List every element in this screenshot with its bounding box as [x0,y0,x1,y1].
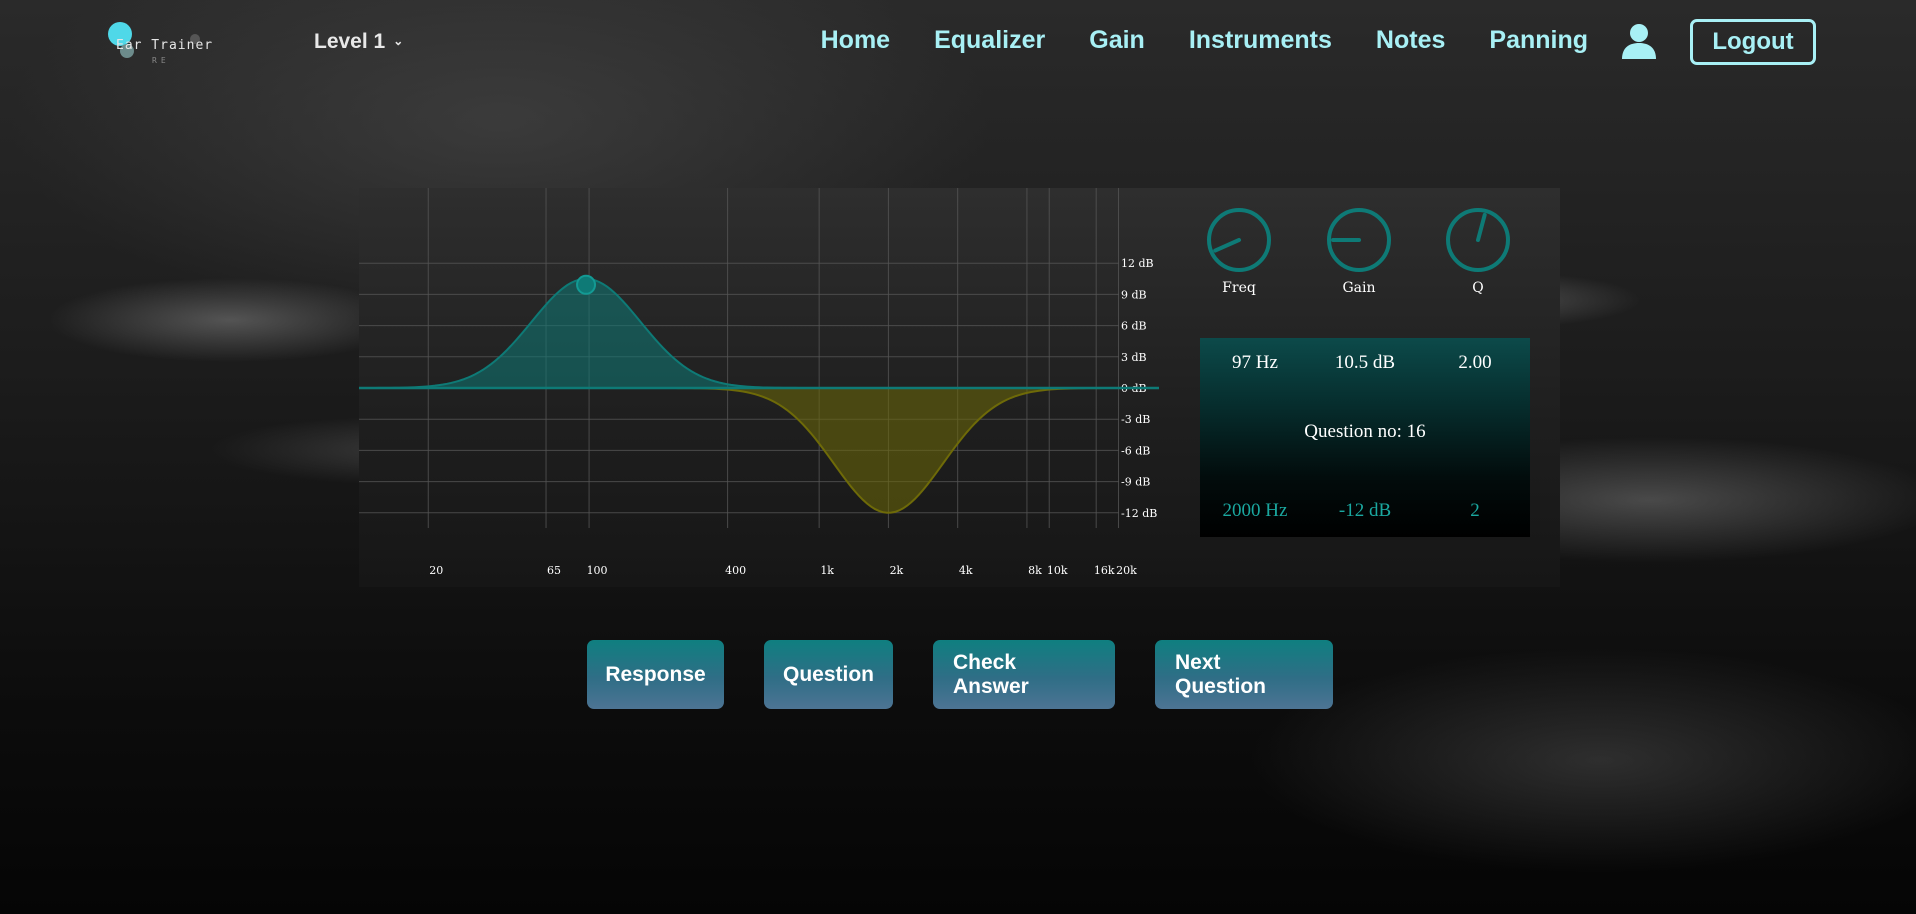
db-tick-label: -12 dB [1121,507,1157,520]
user-band-curve [359,277,1159,389]
user-band-handle[interactable] [576,274,597,295]
freq-tick-label: 2k [890,564,904,577]
nav-home[interactable]: Home [821,26,890,55]
logo-text: Ear Trainer [116,38,214,53]
question-button[interactable]: Question [764,640,893,709]
db-tick-label: 9 dB [1121,288,1147,301]
freq-tick-label: 8k [1028,564,1042,577]
freq-tick-label: 100 [587,564,608,577]
app-logo[interactable]: Ear Trainer RE [106,18,216,70]
freq-tick-label: 16k [1094,564,1115,577]
nav-equalizer[interactable]: Equalizer [934,26,1045,55]
current-q: 2.00 [1458,352,1492,373]
answer-q: 2 [1470,500,1480,521]
gain-knob-dial[interactable] [1319,206,1399,276]
answer-values-row: 2000 Hz -12 dB 2 [1200,500,1530,522]
freq-tick-label: 10k [1047,564,1068,577]
freq-tick-label: 20k [1116,564,1137,577]
freq-tick-label: 4k [959,564,973,577]
equalizer-panel: 12 dB9 dB6 dB3 dB0 dB-3 dB-6 dB-9 dB-12 … [359,188,1560,587]
freq-tick-label: 400 [725,564,746,577]
check-answer-button[interactable]: Check Answer [933,640,1115,709]
freq-tick-label: 1k [820,564,834,577]
db-tick-label: 6 dB [1121,320,1147,333]
readout-box: 97 Hz 10.5 dB 2.00 Question no: 16 2000 … [1200,338,1530,537]
user-icon[interactable] [1620,22,1658,60]
freq-knob-dial[interactable] [1199,206,1279,276]
eq-graph[interactable]: 12 dB9 dB6 dB3 dB0 dB-3 dB-6 dB-9 dB-12 … [359,188,1159,587]
answer-gain: -12 dB [1338,500,1392,521]
answer-freq: 2000 Hz [1222,500,1288,521]
logo-subtext: RE [152,56,170,65]
next-question-button[interactable]: Next Question [1155,640,1333,709]
chevron-down-icon: ⌄ [393,34,404,48]
freq-tick-label: 20 [429,564,443,577]
current-freq: 97 Hz [1232,352,1278,373]
db-tick-label: 3 dB [1121,351,1147,364]
freq-tick-label: 65 [547,564,561,577]
db-tick-label: -3 dB [1121,413,1150,426]
db-tick-label: -9 dB [1121,476,1150,489]
action-buttons: Response Question Check Answer Next Ques… [587,640,1333,709]
freq-knob-label: Freq [1222,280,1256,296]
db-tick-label: -6 dB [1121,444,1150,457]
nav-instruments[interactable]: Instruments [1189,26,1332,55]
gain-knob[interactable]: Gain [1319,206,1399,296]
q-knob-label: Q [1472,280,1484,296]
nav-panning[interactable]: Panning [1489,26,1588,55]
q-knob-dial[interactable] [1438,206,1518,276]
logout-button[interactable]: Logout [1690,19,1816,65]
current-values-row: 97 Hz 10.5 dB 2.00 [1200,352,1530,374]
freq-knob[interactable]: Freq [1199,206,1279,296]
db-tick-label: 12 dB [1121,257,1154,270]
nav-notes[interactable]: Notes [1376,26,1445,55]
current-gain: 10.5 dB [1334,352,1396,373]
response-button[interactable]: Response [587,640,724,709]
level-label: Level 1 [314,30,386,53]
main-nav: Home Equalizer Gain Instruments Notes Pa… [821,26,1588,55]
question-number-row: Question no: 16 [1200,421,1530,443]
gain-knob-label: Gain [1342,280,1376,296]
level-dropdown[interactable]: Level 1 ⌄ [314,30,403,54]
question-number: Question no: 16 [1304,421,1426,442]
q-knob[interactable]: Q [1438,206,1518,296]
nav-gain[interactable]: Gain [1089,26,1145,55]
